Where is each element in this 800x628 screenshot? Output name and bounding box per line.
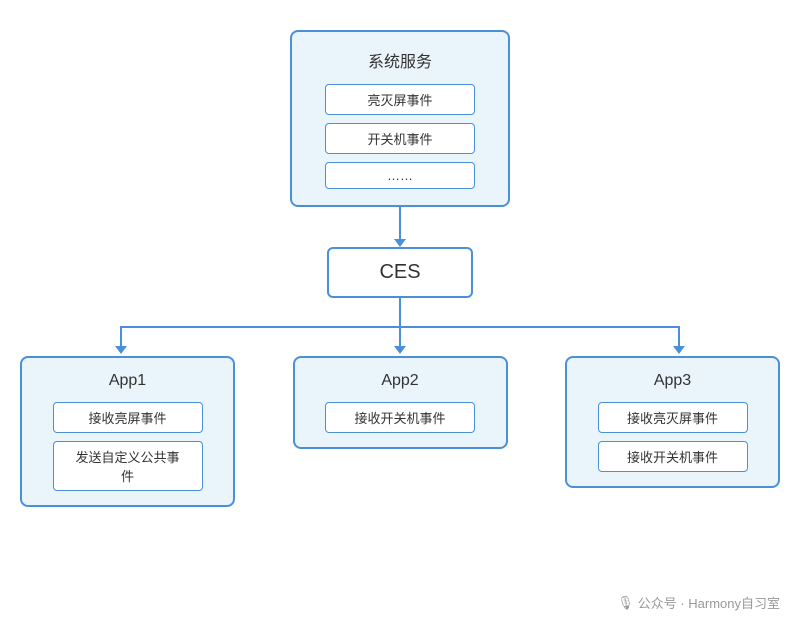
event-item-more: ……: [325, 162, 475, 189]
center-stub: [399, 326, 401, 348]
app1-event-0: 接收亮屏事件: [53, 402, 203, 433]
watermark-text: 公众号 · Harmony自习室: [638, 593, 780, 612]
arrow-line: [399, 207, 401, 239]
diagram-container: 系统服务 亮灭屏事件 开关机事件 …… CES Ap: [0, 0, 800, 628]
app2-event-0: 接收开关机事件: [325, 402, 475, 433]
app3-event-1: 接收开关机事件: [598, 441, 748, 472]
app1-box: App1 接收亮屏事件 发送自定义公共事件: [20, 356, 235, 507]
event-item-power: 开关机事件: [325, 123, 475, 154]
system-service-title: 系统服务: [368, 48, 432, 72]
event-item-bright-screen: 亮灭屏事件: [325, 84, 475, 115]
center-arrow-head: [394, 346, 406, 354]
app3-event-0: 接收亮灭屏事件: [598, 402, 748, 433]
system-service-box: 系统服务 亮灭屏事件 开关机事件 ……: [290, 30, 510, 207]
app2-box: App2 接收开关机事件: [293, 356, 508, 449]
arrow-head: [394, 239, 406, 247]
arrow-system-to-ces: [394, 207, 406, 247]
left-stub: [120, 326, 122, 348]
app3-title: App3: [654, 372, 691, 390]
branch-section: [20, 298, 780, 328]
app1-event-1: 发送自定义公共事件: [53, 441, 203, 491]
wechat-icon: 🎙: [617, 595, 634, 611]
vertical-from-ces: [399, 298, 401, 326]
horizontal-connector: [120, 326, 680, 328]
right-stub: [678, 326, 680, 348]
watermark: 🎙 公众号 · Harmony自习室: [617, 593, 780, 612]
left-arrow-head: [115, 346, 127, 354]
app2-title: App2: [381, 372, 418, 390]
ces-label: CES: [379, 261, 420, 283]
apps-row: App1 接收亮屏事件 发送自定义公共事件 App2 接收开关机事件 App3 …: [20, 356, 780, 507]
app1-title: App1: [109, 372, 146, 390]
ces-box: CES: [327, 247, 472, 298]
right-arrow-head: [673, 346, 685, 354]
app3-box: App3 接收亮灭屏事件 接收开关机事件: [565, 356, 780, 488]
